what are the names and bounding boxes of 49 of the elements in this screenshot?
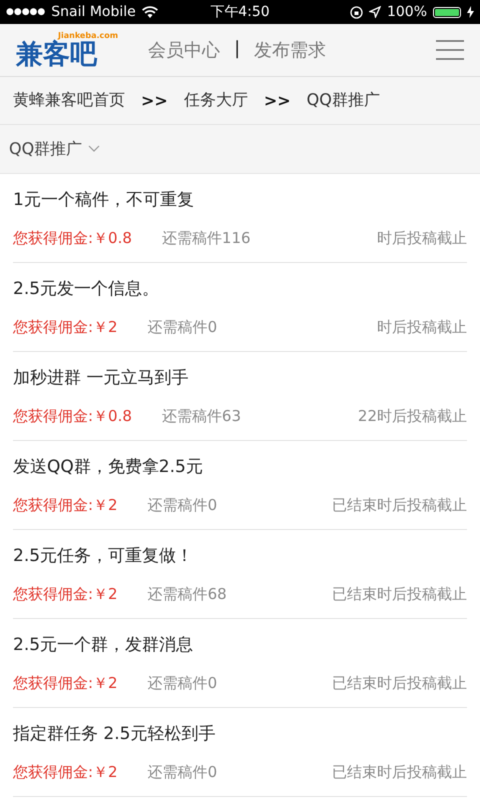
deadline-text: 已结束时后投稿截止 — [332, 585, 467, 604]
deadline-text: 已结束时后投稿截止 — [332, 674, 467, 693]
breadcrumb-link[interactable]: 黄蜂兼客吧首页 — [13, 90, 125, 111]
location-icon — [368, 6, 381, 18]
commission-text: 您获得佣金:￥2 — [13, 585, 118, 604]
deadline-text: 已结束时后投稿截止 — [332, 763, 467, 782]
commission-text: 您获得佣金:￥0.8 — [13, 229, 132, 248]
remaining-count: 还需稿件68 — [148, 585, 227, 604]
remaining-count: 还需稿件63 — [162, 407, 242, 426]
deadline-text: 已结束时后投稿截止 — [332, 496, 467, 515]
rotation-lock-icon — [350, 6, 363, 18]
task-title[interactable]: 2.5元一个群，发群消息 — [13, 633, 467, 656]
remaining-count: 还需稿件0 — [148, 318, 218, 337]
logo-text[interactable]: 兼客吧 — [16, 40, 97, 70]
nav-separator: | — [234, 38, 240, 61]
breadcrumb-link[interactable]: QQ群推广 — [306, 90, 380, 111]
charging-icon — [467, 6, 474, 18]
commission-text: 您获得佣金:￥2 — [13, 318, 118, 337]
signal-dots: ●●●●● — [6, 7, 46, 17]
carrier-name: Snail Mobile — [51, 4, 136, 20]
battery-icon — [433, 6, 461, 18]
task-title[interactable]: 2.5元任务，可重复做！ — [13, 544, 467, 567]
remaining-count: 还需稿件116 — [162, 229, 251, 248]
clock-time: 下午4:50 — [210, 4, 270, 20]
deadline-text: 时后投稿截止 — [377, 229, 467, 248]
commission-text: 您获得佣金:￥2 — [13, 674, 118, 693]
wifi-icon — [142, 6, 158, 18]
battery-percent: 100% — [386, 4, 427, 20]
task-title[interactable]: 指定群任务 2.5元轻松到手 — [13, 722, 467, 745]
deadline-text: 时后投稿截止 — [377, 318, 467, 337]
breadcrumb-link[interactable]: 任务大厅 — [184, 90, 248, 111]
task-title[interactable]: 加秒进群 一元立马到手 — [13, 366, 467, 389]
chevron-down-icon — [88, 145, 100, 153]
remaining-count: 还需稿件0 — [148, 763, 218, 782]
task-title[interactable]: 2.5元发一个信息。 — [13, 277, 467, 300]
deadline-text: 22时后投稿截止 — [358, 407, 467, 426]
commission-text: 您获得佣金:￥0.8 — [13, 407, 132, 426]
category-dropdown[interactable]: QQ群推广 — [9, 138, 100, 160]
task-title[interactable]: 发送QQ群，免费拿2.5元 — [13, 455, 467, 478]
commission-text: 您获得佣金:￥2 — [13, 496, 118, 515]
breadcrumb-separator: >> — [264, 91, 291, 110]
logo-domain: Jiankeba.com — [58, 30, 118, 40]
remaining-count: 还需稿件0 — [148, 496, 218, 515]
commission-text: 您获得佣金:￥2 — [13, 763, 118, 782]
nav-link[interactable]: 会员中心 — [148, 38, 220, 62]
breadcrumb-separator: >> — [141, 91, 168, 110]
nav-link[interactable]: 发布需求 — [254, 38, 326, 62]
task-title[interactable]: 1元一个稿件，不可重复 — [13, 188, 467, 211]
remaining-count: 还需稿件0 — [148, 674, 218, 693]
